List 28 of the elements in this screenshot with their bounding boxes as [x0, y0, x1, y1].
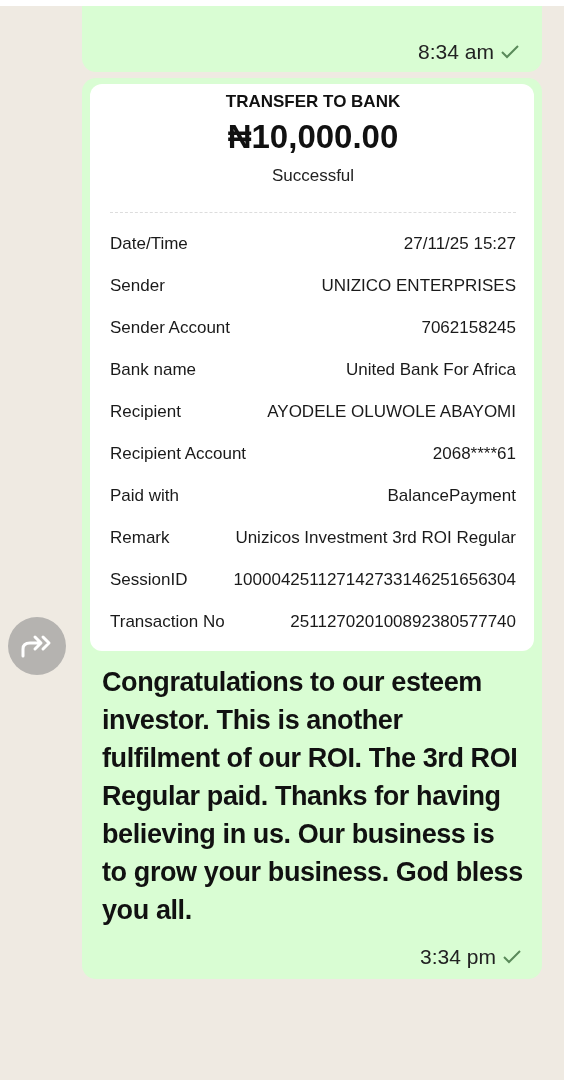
field-label: Sender — [110, 275, 165, 297]
message-text: Congratulations to our esteem investor. This is another fulfilment of our ROI. The 3rd ROI Regular paid. Thanks for having believing in us. Our business is to grow your business. God bless you all. — [102, 666, 524, 927]
field-label: Bank name — [110, 359, 196, 381]
field-value: 27/11/25 15:27 — [403, 233, 516, 255]
field-value: 7062158245 — [421, 317, 516, 339]
message-time: 8:34 am — [418, 40, 494, 64]
message-time: 3:34 pm — [420, 945, 496, 969]
field-label: Recipient — [110, 401, 181, 423]
status-text: Successful — [270, 166, 356, 186]
field-value: UNIZICO ENTERPRISES — [321, 275, 516, 297]
check-icon — [500, 44, 520, 60]
amount: ₦10,000.00 — [226, 118, 400, 156]
field-label: Paid with — [110, 485, 179, 507]
field-label: Remark — [110, 527, 170, 549]
field-value: 251127020100892380577740 — [290, 611, 516, 633]
field-label: Date/Time — [110, 233, 188, 255]
field-value: Unizicos Investment 3rd ROI Regular — [235, 527, 516, 549]
field-label: Sender Account — [110, 317, 231, 339]
field-value: 2068****61 — [432, 443, 516, 465]
field-value: BalancePayment — [387, 485, 516, 507]
field-value: AYODELE OLUWOLE ABAYOMI — [267, 401, 516, 423]
field-label: Recipient Account — [110, 443, 247, 465]
check-icon — [502, 949, 522, 965]
field-value: 100004251127142733146251656304 — [233, 569, 516, 591]
field-value: United Bank For Africa — [345, 359, 516, 381]
receipt-title: TRANSFER TO BANK — [224, 92, 402, 112]
field-label: Transaction No — [110, 611, 225, 633]
field-label: SessionID — [110, 569, 188, 591]
